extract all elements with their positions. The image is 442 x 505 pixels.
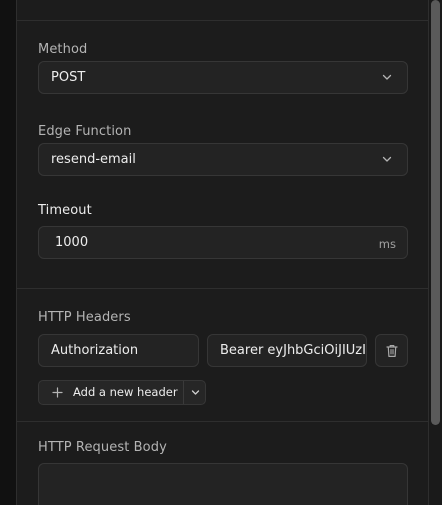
trash-icon [386, 345, 398, 357]
header-name-input[interactable]: Authorization [38, 334, 199, 367]
http-headers-label: HTTP Headers [38, 310, 131, 325]
request-body-textarea[interactable] [38, 463, 408, 505]
plus-icon [52, 387, 63, 398]
scrollbar-thumb[interactable] [431, 0, 440, 425]
header-value-input[interactable]: Bearer eyJhbGciOiJIUzI1NiIsInR5cCI6IkpXV… [207, 334, 367, 367]
config-panel: Method POST Edge Function resend-email T… [16, 0, 429, 505]
add-header-split-button: Add a new header [38, 380, 206, 405]
http-request-body-label: HTTP Request Body [38, 440, 167, 455]
add-header-button[interactable]: Add a new header [39, 381, 183, 404]
chevron-down-icon [191, 390, 200, 395]
timeout-unit: ms [378, 237, 396, 251]
edge-function-select-value: resend-email [51, 152, 136, 167]
edge-function-label: Edge Function [38, 124, 132, 139]
section-divider [17, 20, 428, 21]
section-divider [17, 421, 428, 422]
chevron-down-icon [382, 156, 392, 162]
add-header-menu-button[interactable] [183, 381, 205, 404]
method-label: Method [38, 42, 88, 57]
method-select-value: POST [51, 70, 86, 85]
add-header-label: Add a new header [73, 385, 178, 399]
timeout-label: Timeout [38, 203, 92, 218]
header-value-value: Bearer eyJhbGciOiJIUzI1NiIsInR5cCI6IkpXV… [220, 343, 366, 358]
header-name-value: Authorization [51, 343, 139, 358]
chevron-down-icon [382, 74, 392, 80]
delete-header-button[interactable] [375, 334, 408, 367]
method-select[interactable]: POST [38, 61, 408, 94]
section-divider [17, 288, 428, 289]
timeout-input[interactable]: 1000 ms [38, 226, 408, 259]
timeout-input-value: 1000 [55, 235, 89, 250]
edge-function-select[interactable]: resend-email [38, 143, 408, 176]
